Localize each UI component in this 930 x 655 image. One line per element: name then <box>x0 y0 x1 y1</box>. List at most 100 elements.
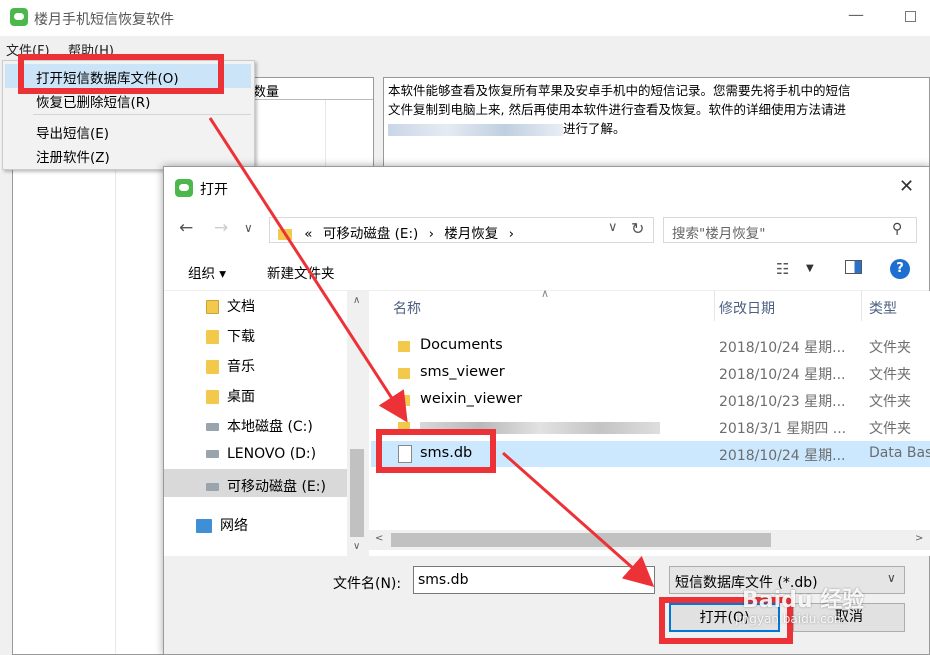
column-header-count[interactable]: 数量 <box>253 81 279 100</box>
column-divider[interactable] <box>861 291 862 321</box>
search-box[interactable]: 搜索"楼月恢复" ⚲ <box>663 217 917 243</box>
baidu-watermark: Baidu 经验 <box>742 588 865 613</box>
sort-ascending-icon: ∧ <box>541 287 550 300</box>
view-dropdown-icon[interactable]: ▼ <box>806 263 814 274</box>
filename-value: sms.db <box>418 572 469 588</box>
breadcrumb-drive-e[interactable]: 可移动磁盘 (E:) <box>323 226 418 242</box>
refresh-icon[interactable]: ↻ <box>631 219 644 238</box>
menu-item-open-db[interactable]: 打开短信数据库文件(O) <box>36 67 179 87</box>
filename-label: 文件名(N): <box>333 576 402 592</box>
file-type: 文件夹 <box>869 394 911 410</box>
menu-item-register[interactable]: 注册软件(Z) <box>36 146 110 166</box>
drive-icon <box>206 423 219 431</box>
file-menu-dropdown: 打开短信数据库文件(O) 恢复已删除短信(R) 导出短信(E) 注册软件(Z) <box>2 60 255 170</box>
menu-file[interactable]: 文件(F) <box>6 40 50 59</box>
nav-label: 桌面 <box>227 389 255 405</box>
nav-item-drive-e[interactable]: 可移动磁盘 (E:) <box>206 476 326 496</box>
menu-item-export[interactable]: 导出短信(E) <box>36 122 109 142</box>
menu-item-recover-deleted[interactable]: 恢复已删除短信(R) <box>36 91 150 111</box>
folder-icon <box>398 422 410 433</box>
nav-label: LENOVO (D:) <box>227 446 317 462</box>
menubar: 文件(F) 帮助(H) <box>0 36 930 60</box>
file-type: Data Bas <box>869 445 930 461</box>
column-header-name[interactable]: 名称 <box>393 298 421 318</box>
path-overflow[interactable]: « <box>304 226 312 242</box>
file-type: 文件夹 <box>869 421 911 437</box>
nav-item-music[interactable]: 音乐 <box>206 356 255 376</box>
desktop-icon <box>206 390 219 404</box>
nav-label: 文档 <box>227 299 255 315</box>
file-row-documents[interactable]: Documents 2018/10/24 星期... 文件夹 <box>371 333 930 359</box>
file-type: 文件夹 <box>869 367 911 383</box>
folder-icon <box>278 228 292 240</box>
breadcrumb-separator[interactable]: › <box>429 226 434 242</box>
chevron-down-icon[interactable]: ∨ <box>887 571 896 585</box>
nav-item-desktop[interactable]: 桌面 <box>206 386 255 406</box>
blurred-link[interactable] <box>388 123 563 136</box>
address-bar[interactable]: « 可移动磁盘 (E:) › 楼月恢复 › ∨ ↻ <box>269 217 654 243</box>
help-icon[interactable]: ? <box>890 259 910 279</box>
file-name: sms_viewer <box>420 364 505 380</box>
nav-item-downloads[interactable]: 下载 <box>206 326 255 346</box>
address-dropdown-icon[interactable]: ∨ <box>608 220 618 235</box>
nav-label: 可移动磁盘 (E:) <box>227 479 326 495</box>
main-titlebar: 楼月手机短信恢复软件 — <box>0 0 930 36</box>
organize-button[interactable]: 组织 ▾ <box>188 262 226 282</box>
scroll-left-icon[interactable]: < <box>375 533 383 544</box>
info-line-2: 文件复制到电脑上来, 然后再使用本软件进行查看及恢复。软件的详细使用方法请进 <box>388 102 846 117</box>
forward-arrow-icon[interactable]: → <box>214 218 228 238</box>
scroll-thumb[interactable] <box>350 449 364 537</box>
scroll-thumb[interactable] <box>391 533 771 547</box>
breadcrumb-folder[interactable]: 楼月恢复 <box>444 226 498 242</box>
file-date: 2018/10/23 星期... <box>719 394 846 410</box>
minimize-button[interactable]: — <box>848 5 864 24</box>
info-line-3-end: 进行了解。 <box>563 121 626 136</box>
search-icon[interactable]: ⚲ <box>892 221 902 237</box>
nav-label: 网络 <box>220 518 248 534</box>
folder-icon <box>398 395 410 406</box>
nav-label: 本地磁盘 (C:) <box>227 419 313 435</box>
filename-input[interactable]: sms.db <box>413 566 655 594</box>
address-path: « 可移动磁盘 (E:) › 楼月恢复 › <box>278 222 514 242</box>
file-date: 2018/3/1 星期四 ... <box>719 421 847 437</box>
file-row-blurred-folder[interactable]: 2018/3/1 星期四 ... 文件夹 <box>371 414 930 440</box>
file-row-sms-db[interactable]: sms.db 2018/10/24 星期... Data Bas <box>371 441 930 467</box>
file-date: 2018/10/24 星期... <box>719 448 846 464</box>
downloads-icon <box>206 330 219 344</box>
column-divider[interactable] <box>714 291 715 321</box>
nav-item-network[interactable]: 网络 <box>196 515 248 535</box>
file-name: Documents <box>420 337 503 353</box>
folder-icon <box>398 368 410 379</box>
menu-help[interactable]: 帮助(H) <box>68 40 114 59</box>
search-placeholder: 搜索"楼月恢复" <box>672 226 766 242</box>
column-header-type[interactable]: 类型 <box>869 298 897 318</box>
dialog-titlebar: 打开 ✕ <box>164 167 929 209</box>
file-row-weixin-viewer[interactable]: weixin_viewer 2018/10/23 星期... 文件夹 <box>371 387 930 413</box>
file-row-sms-viewer[interactable]: sms_viewer 2018/10/24 星期... 文件夹 <box>371 360 930 386</box>
navigation-bar: ← → ∨ « 可移动磁盘 (E:) › 楼月恢复 › ∨ ↻ 搜索"楼月恢复"… <box>164 209 929 249</box>
file-list-pane: ∧ 名称 修改日期 类型 Documents 2018/10/24 星期... … <box>369 287 930 556</box>
new-folder-button[interactable]: 新建文件夹 <box>267 262 335 282</box>
breadcrumb-separator[interactable]: › <box>509 226 514 242</box>
back-arrow-icon[interactable]: ← <box>179 218 193 238</box>
file-date: 2018/10/24 星期... <box>719 367 846 383</box>
nav-scrollbar[interactable]: ∧ ∨ <box>347 291 367 556</box>
music-icon <box>206 360 219 374</box>
nav-label: 下载 <box>227 329 255 345</box>
scroll-down-icon[interactable]: ∨ <box>353 541 360 552</box>
scroll-up-icon[interactable]: ∧ <box>353 295 360 306</box>
nav-item-drive-d[interactable]: LENOVO (D:) <box>206 446 316 462</box>
recent-chevron-down-icon[interactable]: ∨ <box>244 221 253 235</box>
main-window-title: 楼月手机短信恢复软件 <box>34 12 174 28</box>
file-list-hscrollbar[interactable]: < > <box>369 530 930 550</box>
nav-item-drive-c[interactable]: 本地磁盘 (C:) <box>206 416 313 436</box>
column-header-date[interactable]: 修改日期 <box>719 298 775 318</box>
blurred-file-name <box>420 422 660 434</box>
scroll-right-icon[interactable]: > <box>915 533 923 544</box>
view-options-icon[interactable]: ☷ <box>776 260 789 278</box>
close-icon[interactable]: ✕ <box>899 176 914 197</box>
preview-pane-icon[interactable] <box>845 260 862 274</box>
maximize-button[interactable] <box>905 11 916 22</box>
nav-item-documents[interactable]: 文档 <box>206 296 255 316</box>
network-icon <box>196 519 212 533</box>
